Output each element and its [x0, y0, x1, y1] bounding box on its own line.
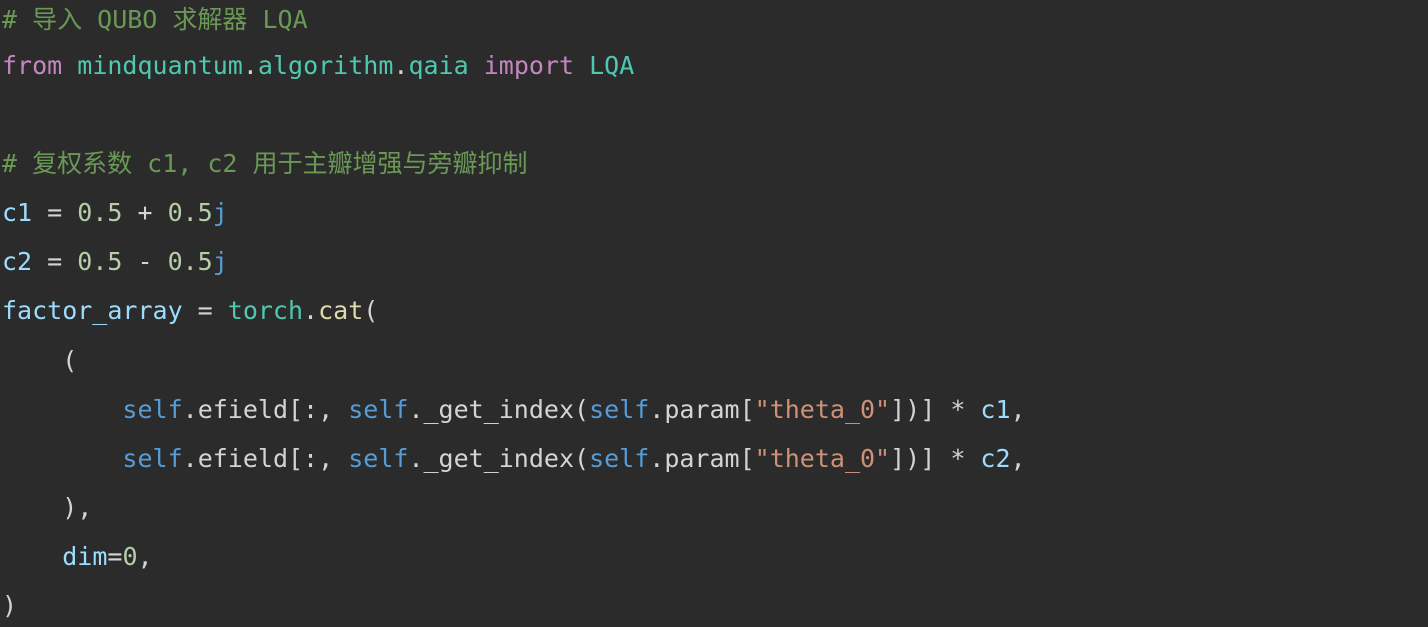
code-token-default: .efield[:, [182, 395, 349, 424]
code-token-default: .param[ [649, 444, 755, 473]
code-token-keyword: import [483, 51, 575, 80]
code-token-default: . [393, 51, 409, 80]
code-token-module: mindquantum [77, 51, 243, 80]
code-token-module: LQA [589, 51, 635, 80]
code-token-default [469, 51, 484, 80]
code-token-variable: factor_array [2, 296, 183, 325]
code-token-default: + [122, 198, 168, 227]
code-line-8: ( [2, 341, 77, 381]
code-token-number: 0.5 [77, 198, 123, 227]
code-token-default: . [303, 296, 319, 325]
code-line-1: # 导入 QUBO 求解器 LQA [2, 0, 308, 40]
code-token-self: self [122, 444, 183, 473]
code-token-default: , [1010, 444, 1026, 473]
code-token-variable: c1 [2, 198, 33, 227]
code-token-self: self [122, 395, 183, 424]
code-token-default [2, 542, 62, 571]
code-token-variable: dim [62, 542, 108, 571]
code-token-function: cat [318, 296, 364, 325]
code-token-number: 0.5 [167, 247, 213, 276]
code-line-10: self.efield[:, self._get_index(self.para… [2, 439, 1026, 479]
code-token-module: torch [227, 296, 304, 325]
code-token-default: ( [2, 346, 78, 375]
code-token-default: = [182, 296, 228, 325]
code-token-default: ._get_index( [408, 395, 590, 424]
code-line-6: c2 = 0.5 - 0.5j [2, 242, 228, 282]
code-token-default: = [32, 198, 78, 227]
code-line-5: c1 = 0.5 + 0.5j [2, 193, 228, 233]
code-token-default [62, 51, 77, 80]
code-token-default: .efield[:, [182, 444, 349, 473]
code-line-4: # 复权系数 c1, c2 用于主瓣增强与旁瓣抑制 [2, 144, 528, 184]
code-token-number: 0.5 [167, 198, 213, 227]
code-token-number: 0 [122, 542, 138, 571]
code-token-default: , [1010, 395, 1026, 424]
code-line-12: dim=0, [2, 537, 153, 577]
code-token-self: j [212, 198, 228, 227]
code-token-self: self [589, 395, 650, 424]
code-token-default [574, 51, 589, 80]
code-line-7: factor_array = torch.cat( [2, 291, 378, 331]
code-line-11: ), [2, 488, 92, 528]
code-token-self: self [589, 444, 650, 473]
code-token-comment: # 复权系数 c1, c2 用于主瓣增强与旁瓣抑制 [2, 149, 528, 178]
code-token-number: 0.5 [77, 247, 123, 276]
code-token-default: , [137, 542, 153, 571]
code-token-keyword: from [2, 51, 63, 80]
code-token-self: j [212, 247, 228, 276]
code-token-variable: c2 [980, 444, 1011, 473]
code-token-variable: c2 [2, 247, 33, 276]
code-token-default: = [107, 542, 123, 571]
code-token-default: ])] * [890, 444, 981, 473]
code-token-default: . [242, 51, 258, 80]
code-token-string: "theta_0" [754, 395, 891, 424]
code-token-default: = [32, 247, 78, 276]
code-token-string: "theta_0" [754, 444, 891, 473]
code-token-self: self [348, 395, 409, 424]
code-token-comment: # 导入 QUBO 求解器 LQA [2, 5, 308, 34]
code-token-module: algorithm [257, 51, 394, 80]
code-token-variable: c1 [980, 395, 1011, 424]
code-token-self: self [348, 444, 409, 473]
code-token-default: ( [363, 296, 379, 325]
code-token-default: - [122, 247, 168, 276]
code-token-module: qaia [408, 51, 469, 80]
code-editor[interactable]: # 导入 QUBO 求解器 LQA from mindquantum.algor… [0, 0, 1428, 627]
code-token-default [2, 444, 122, 473]
code-line-2: from mindquantum.algorithm.qaia import L… [2, 46, 634, 86]
code-token-default: ) [2, 591, 18, 620]
code-token-default: ), [2, 493, 93, 522]
code-token-default [2, 395, 122, 424]
code-line-13: ) [2, 586, 17, 626]
code-token-default: ._get_index( [408, 444, 590, 473]
code-token-default: ])] * [890, 395, 981, 424]
code-line-9: self.efield[:, self._get_index(self.para… [2, 390, 1026, 430]
code-token-default: .param[ [649, 395, 755, 424]
